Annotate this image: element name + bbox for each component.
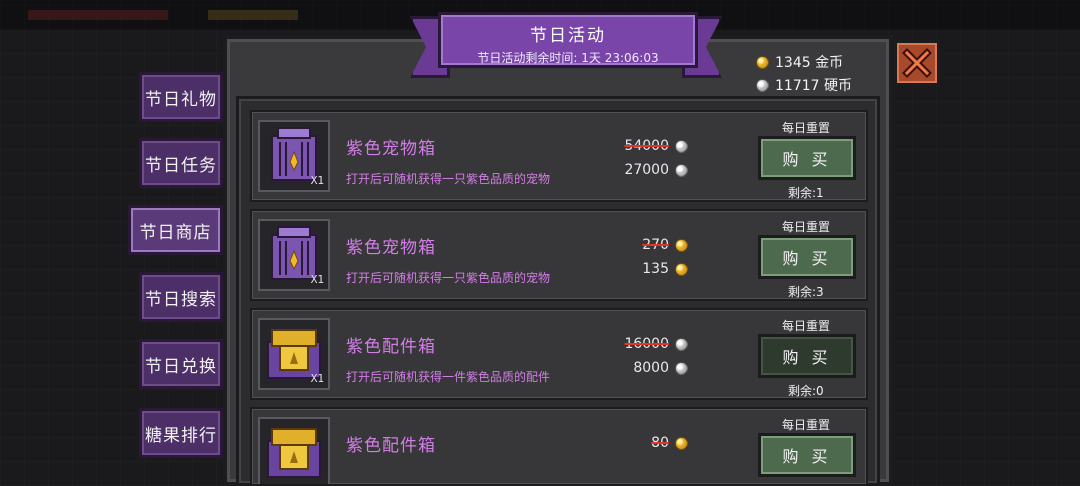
original-price: 16000 <box>624 336 688 352</box>
event-timer: 节日活动剩余时间: 1天 23:06:03 <box>477 51 659 65</box>
item-name: 紫色宠物箱 <box>346 139 436 159</box>
page-title: 节日活动 <box>530 26 606 46</box>
discount-price: 135 <box>642 261 688 277</box>
background-hp-bar <box>28 10 168 20</box>
item-slot[interactable]: X1 <box>258 120 330 192</box>
discount-price-value: 27000 <box>624 162 669 178</box>
original-price-value: 270 <box>642 237 669 253</box>
gold-coin-icon <box>675 262 688 276</box>
tab-label: 节日礼物 <box>145 89 217 110</box>
shop-row: X1 紫色宠物箱 打开后可随机获得一只紫色品质的宠物 54000 27000 每… <box>250 110 868 202</box>
shop-row: X1 紫色配件箱 打开后可随机获得一件紫色品质的配件 16000 8000 每日… <box>250 308 868 400</box>
buy-button[interactable]: 购 买 <box>758 136 856 180</box>
original-price: 80 <box>651 435 688 451</box>
original-price-value: 16000 <box>624 336 669 352</box>
silver-coin-icon <box>675 337 688 351</box>
tab-holiday-exchange[interactable]: 节日兑换 <box>139 339 223 389</box>
original-price-value: 80 <box>651 435 669 451</box>
original-price-value: 54000 <box>624 138 669 154</box>
reset-label: 每日重置 <box>782 319 831 333</box>
shop-row: 紫色配件箱 80 每日重置 购 买 <box>250 407 868 486</box>
remaining-count: 剩余:3 <box>788 285 824 299</box>
buy-button[interactable]: 购 买 <box>758 334 856 378</box>
gold-coin-icon <box>675 238 688 252</box>
discount-price-value: 8000 <box>633 360 669 376</box>
tab-label: 节日任务 <box>145 155 217 176</box>
item-description: 打开后可随机获得一件紫色品质的配件 <box>346 370 551 384</box>
silver-coin-icon <box>756 78 769 92</box>
item-description: 打开后可随机获得一只紫色品质的宠物 <box>346 271 551 285</box>
item-slot[interactable] <box>258 417 330 484</box>
silver-coin-icon <box>675 139 688 153</box>
buy-button[interactable]: 购 买 <box>758 433 856 477</box>
original-price: 54000 <box>624 138 688 154</box>
tab-holiday-task[interactable]: 节日任务 <box>139 138 223 188</box>
buy-button[interactable]: 购 买 <box>758 235 856 279</box>
tab-holiday-search[interactable]: 节日搜索 <box>139 272 223 322</box>
tab-label: 节日商店 <box>139 222 212 243</box>
purple-accessory-box-icon <box>267 428 321 478</box>
reset-label: 每日重置 <box>782 418 831 432</box>
remaining-count: 剩余:0 <box>788 384 824 398</box>
reset-label: 每日重置 <box>782 121 831 135</box>
item-quantity: X1 <box>310 372 324 385</box>
item-name: 紫色配件箱 <box>346 337 436 357</box>
item-slot[interactable]: X1 <box>258 219 330 291</box>
item-quantity: X1 <box>310 273 324 286</box>
remaining-count: 剩余:1 <box>788 186 824 200</box>
gold-currency: 1345 金币 <box>756 52 843 72</box>
discount-price: 27000 <box>624 162 688 178</box>
reset-label: 每日重置 <box>782 220 831 234</box>
shop-row: X1 紫色宠物箱 打开后可随机获得一只紫色品质的宠物 270 135 每日重置 … <box>250 209 868 301</box>
title-ribbon: 节日活动 节日活动剩余时间: 1天 23:06:03 <box>438 12 698 68</box>
close-icon <box>902 48 932 78</box>
discount-price-value: 135 <box>642 261 669 277</box>
silver-amount: 11717 硬币 <box>775 78 852 94</box>
tab-label: 节日兑换 <box>145 356 217 377</box>
gold-coin-icon <box>756 55 769 69</box>
original-price: 270 <box>642 237 688 253</box>
tab-candy-ranking[interactable]: 糖果排行 <box>139 408 223 458</box>
gold-amount: 1345 金币 <box>775 55 844 71</box>
close-button[interactable] <box>894 40 940 86</box>
silver-coin-icon <box>675 361 688 375</box>
item-quantity: X1 <box>310 174 324 187</box>
background-energy-bar <box>208 10 298 20</box>
item-name: 紫色宠物箱 <box>346 238 436 258</box>
gold-coin-icon <box>675 436 688 450</box>
tab-holiday-gift[interactable]: 节日礼物 <box>139 72 223 122</box>
tab-label: 节日搜索 <box>145 289 217 310</box>
item-name: 紫色配件箱 <box>346 436 436 456</box>
tab-label: 糖果排行 <box>145 425 217 446</box>
item-slot[interactable]: X1 <box>258 318 330 390</box>
item-description: 打开后可随机获得一只紫色品质的宠物 <box>346 172 551 186</box>
silver-currency: 11717 硬币 <box>756 75 852 95</box>
discount-price: 8000 <box>633 360 688 376</box>
silver-coin-icon <box>675 163 688 177</box>
tab-holiday-shop[interactable]: 节日商店 <box>128 205 223 255</box>
